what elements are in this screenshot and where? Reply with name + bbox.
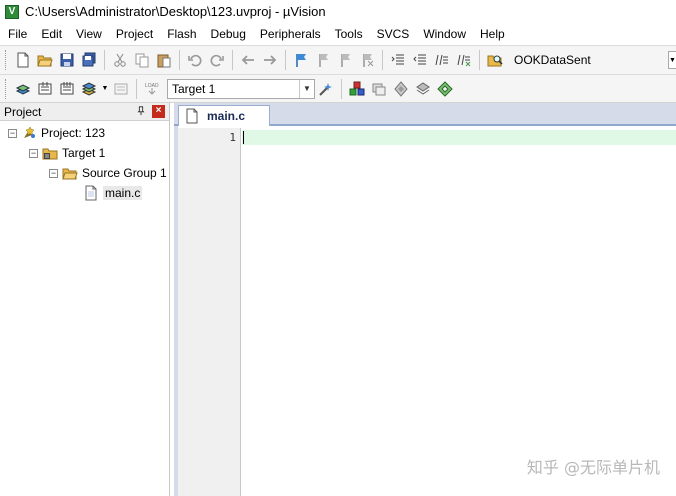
pack-installer-icon[interactable] <box>390 78 412 100</box>
target-folder-icon <box>42 145 58 161</box>
pin-icon[interactable] <box>135 105 147 117</box>
new-file-icon[interactable] <box>12 49 34 71</box>
manage-project-items-icon[interactable] <box>346 78 368 100</box>
watermark: 知乎 @无际单片机 <box>526 458 660 477</box>
copy-icon[interactable] <box>131 49 153 71</box>
save-icon[interactable] <box>56 49 78 71</box>
undo-icon[interactable] <box>184 49 206 71</box>
menu-bar: File Edit View Project Flash Debug Perip… <box>0 23 676 45</box>
insert-bookmark-icon[interactable] <box>290 49 312 71</box>
line-number-gutter: 1 <box>178 128 241 496</box>
cut-icon[interactable] <box>109 49 131 71</box>
c-file-icon <box>83 185 99 201</box>
uvision-app-icon: V <box>5 4 19 19</box>
select-packs-icon[interactable] <box>368 78 390 100</box>
project-panel-title: Project <box>4 104 42 119</box>
toolbar-separator <box>232 50 233 70</box>
batch-build-icon[interactable] <box>78 78 100 100</box>
menu-svcs[interactable]: SVCS <box>370 24 417 44</box>
collapse-icon[interactable]: − <box>8 128 17 138</box>
current-line-highlight[interactable] <box>242 130 676 145</box>
c-file-icon <box>185 108 199 124</box>
comment-selection-icon[interactable] <box>431 49 453 71</box>
menu-peripherals[interactable]: Peripherals <box>253 24 328 44</box>
navigate-forward-icon[interactable] <box>259 49 281 71</box>
tree-group[interactable]: − Source Group 1 <box>49 164 167 182</box>
project-icon <box>21 125 37 141</box>
next-bookmark-icon[interactable] <box>334 49 356 71</box>
toolbar-grip[interactable] <box>5 50 8 70</box>
collapse-icon[interactable]: − <box>29 148 38 158</box>
menu-edit[interactable]: Edit <box>34 24 69 44</box>
tree-group-label: Source Group 1 <box>82 166 167 180</box>
redo-icon[interactable] <box>206 49 228 71</box>
unindent-icon[interactable] <box>409 49 431 71</box>
title-bar: V C:\Users\Administrator\Desktop\123.uvp… <box>0 0 676 23</box>
toolbar-grip[interactable] <box>5 78 8 99</box>
editor-area: main.c 1 <box>174 103 676 496</box>
target-select-value: Target 1 <box>172 81 216 96</box>
run-time-environment-icon[interactable] <box>412 78 434 100</box>
menu-project[interactable]: Project <box>109 24 160 44</box>
manage-components-icon[interactable] <box>434 78 456 100</box>
text-caret <box>243 131 244 144</box>
build-toolbar: ▼ LOAD Target 1 ▼ <box>0 74 676 103</box>
chevron-down-icon[interactable]: ▼ <box>299 79 314 98</box>
tree-project-label: Project: 123 <box>41 126 106 140</box>
editor-tab-strip: main.c <box>174 103 676 126</box>
tree-file[interactable]: main.c <box>83 184 143 202</box>
target-select[interactable]: Target 1 ▼ <box>167 78 315 99</box>
project-panel: Project × − Project: 123 − Target 1 − So… <box>0 103 170 496</box>
close-icon[interactable]: × <box>152 105 165 118</box>
toolbar-separator <box>382 50 383 70</box>
download-load-icon[interactable]: LOAD <box>141 78 163 100</box>
menu-tools[interactable]: Tools <box>328 24 370 44</box>
toolbar-separator <box>136 78 137 99</box>
project-panel-header: Project × <box>0 103 169 121</box>
indent-icon[interactable] <box>387 49 409 71</box>
tree-target[interactable]: − Target 1 <box>29 144 105 162</box>
menu-help[interactable]: Help <box>473 24 512 44</box>
save-all-icon[interactable] <box>78 49 100 71</box>
window-title: C:\Users\Administrator\Desktop\123.uvpro… <box>25 4 326 19</box>
tab-main-c[interactable]: main.c <box>178 105 270 126</box>
paste-icon[interactable] <box>153 49 175 71</box>
rebuild-icon[interactable] <box>56 78 78 100</box>
find-text-combo[interactable]: OOKDataSent <box>510 50 636 70</box>
toolbar-separator <box>285 50 286 70</box>
menu-view[interactable]: View <box>69 24 109 44</box>
tree-target-label: Target 1 <box>62 146 106 160</box>
toolbar-separator <box>179 50 180 70</box>
toolbar-separator <box>341 78 342 99</box>
chevron-down-icon[interactable]: ▼ <box>668 51 676 69</box>
menu-flash[interactable]: Flash <box>160 24 203 44</box>
file-toolbar: OOKDataSent ▼ <box>0 45 676 74</box>
toolbar-separator <box>479 50 480 70</box>
tab-label: main.c <box>207 109 246 123</box>
line-number: 1 <box>229 131 236 144</box>
clear-bookmarks-icon[interactable] <box>356 49 378 71</box>
previous-bookmark-icon[interactable] <box>312 49 334 71</box>
stop-build-icon[interactable] <box>110 78 132 100</box>
menu-window[interactable]: Window <box>416 24 473 44</box>
tree-file-label: main.c <box>103 186 143 200</box>
build-icon[interactable] <box>34 78 56 100</box>
open-folder-icon[interactable] <box>34 49 56 71</box>
collapse-icon[interactable]: − <box>49 168 58 178</box>
uncomment-selection-icon[interactable] <box>453 49 475 71</box>
navigate-back-icon[interactable] <box>237 49 259 71</box>
tree-project[interactable]: − Project: 123 <box>8 124 105 142</box>
find-text-value: OOKDataSent <box>514 53 591 67</box>
toolbar-separator <box>104 50 105 70</box>
menu-file[interactable]: File <box>0 24 34 44</box>
chevron-down-icon[interactable]: ▼ <box>100 78 110 100</box>
options-for-target-icon[interactable] <box>315 78 337 100</box>
menu-debug[interactable]: Debug <box>204 24 253 44</box>
find-in-files-icon[interactable] <box>484 49 506 71</box>
folder-open-icon <box>62 165 78 181</box>
translate-icon[interactable] <box>12 78 34 100</box>
